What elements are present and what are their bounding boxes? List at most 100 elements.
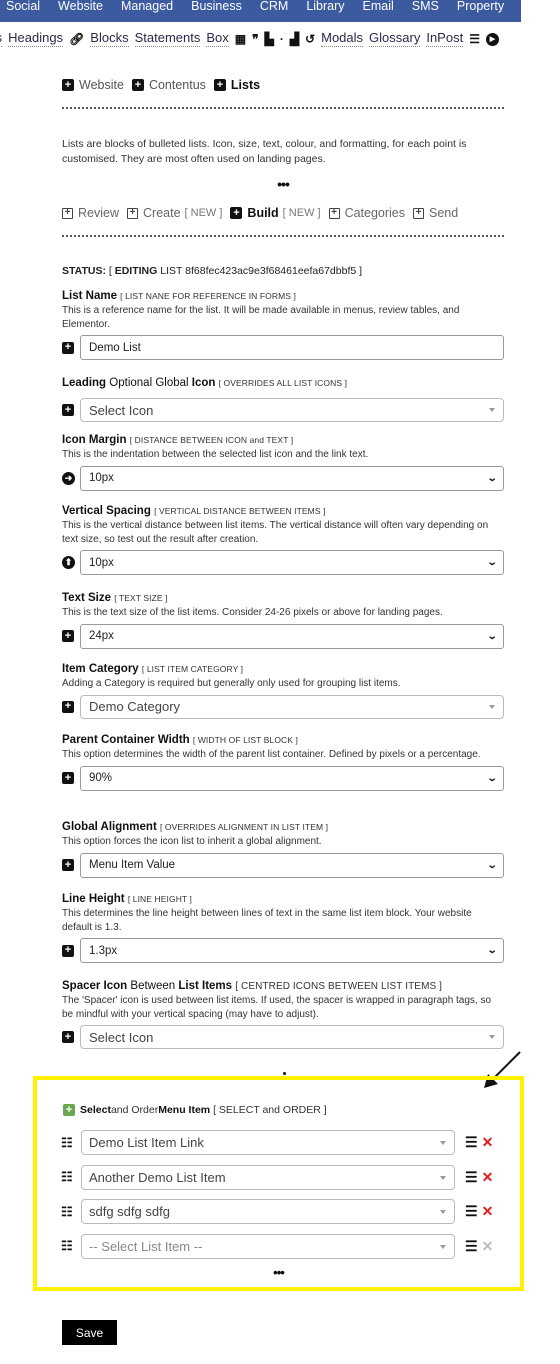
caret-down-icon	[489, 1035, 495, 1039]
field-label: Line Height [ LINE HEIGHT ]	[62, 893, 192, 905]
breadcrumb-label: Website	[79, 78, 124, 92]
text-size-select[interactable]: 24px ⌄	[80, 623, 504, 649]
global-alignment-select[interactable]: Menu Item Value ⌄	[80, 852, 504, 878]
plus-square-icon[interactable]: +	[62, 944, 80, 957]
list-item-select[interactable]: Demo List Item Link	[81, 1130, 455, 1155]
drag-handle-icon[interactable]: ☰	[465, 1203, 478, 1220]
play-circle-icon[interactable]: ▶	[485, 32, 499, 46]
field-hint: [ DISTANCE BETWEEN ICON and TEXT ]	[129, 435, 294, 445]
toolbar-link-inpost[interactable]: InPost	[426, 31, 464, 47]
breadcrumb-label: Lists	[230, 78, 261, 92]
drag-handle-icon[interactable]: ☰	[465, 1238, 478, 1255]
quote-icon[interactable]: ❞	[252, 32, 258, 46]
plus-square-icon[interactable]: +	[62, 772, 80, 784]
nav-managed[interactable]: Managed	[121, 0, 173, 12]
plus-square-icon: +	[213, 79, 226, 91]
breadcrumb-contentus[interactable]: + Contentus	[131, 78, 206, 92]
breadcrumb-lists[interactable]: + Lists	[213, 78, 261, 92]
field-hint: [ TEXT SIZE ]	[114, 593, 168, 603]
door-icon[interactable]: ▟	[290, 32, 299, 46]
plus-square-outline-icon: +	[328, 207, 340, 219]
plus-square-icon[interactable]: +	[62, 859, 80, 871]
field-description: The 'Spacer' icon is used between list i…	[62, 995, 492, 1020]
vertical-spacing-select[interactable]: 10px ⌄	[80, 550, 504, 575]
list-order-icon[interactable]: ☷	[61, 1169, 81, 1185]
chevron-down-icon: ⌄	[486, 945, 498, 956]
tab-send[interactable]: + Send	[413, 206, 458, 220]
nav-sms[interactable]: SMS	[412, 0, 439, 12]
caret-down-icon	[440, 1210, 446, 1214]
list-item-select[interactable]: sdfg sdfg sdfg	[81, 1199, 455, 1224]
chevron-down-icon: ⌄	[486, 472, 498, 484]
scroll-icon[interactable]: ▙	[265, 32, 274, 46]
nav-crm[interactable]: CRM	[260, 0, 288, 12]
select-value: Another Demo List Item	[89, 1169, 226, 1185]
plus-square-icon[interactable]: +	[62, 700, 80, 713]
icon-margin-select[interactable]: 10px ⌄	[80, 465, 504, 491]
toolbar-link-statements[interactable]: Statements	[134, 31, 201, 47]
list-item-select[interactable]: Another Demo List Item	[81, 1164, 455, 1190]
container-width-select[interactable]: 90% ⌄	[80, 765, 504, 791]
caret-down-icon	[440, 1244, 446, 1249]
list-name-input[interactable]: Demo List	[80, 335, 504, 360]
nav-social[interactable]: Social	[6, 0, 40, 12]
add-item-icon[interactable]: +	[63, 1104, 75, 1116]
undo-icon[interactable]: ↺	[305, 32, 315, 46]
remove-icon[interactable]: ✕	[482, 1203, 494, 1220]
caret-down-icon	[489, 704, 495, 709]
drag-handle-icon[interactable]: ☰	[465, 1169, 478, 1186]
plus-square-icon[interactable]: +	[62, 1031, 80, 1043]
nav-website[interactable]: Website	[58, 0, 103, 12]
item-category-select[interactable]: Demo Category	[80, 694, 504, 719]
breadcrumb-website[interactable]: + Website	[62, 78, 124, 92]
line-height-select[interactable]: 1.3px ⌄	[80, 938, 504, 963]
status-text: LIST 8f68fec423ac9e3f68461eefa67dbbf5	[160, 265, 357, 277]
new-badge: [ NEW ]	[282, 207, 321, 219]
toolbar-link-headings[interactable]: Headings	[8, 31, 64, 47]
remove-icon[interactable]: ✕	[482, 1169, 494, 1186]
list-order-icon[interactable]: ☷	[61, 1238, 81, 1254]
select-value: Menu Item Value	[89, 859, 176, 871]
list-icon[interactable]: ☰	[469, 32, 480, 46]
drag-handle-icon[interactable]: ☰	[465, 1134, 478, 1151]
plus-square-icon[interactable]: +	[62, 630, 80, 642]
field-item-category: Item Category [ LIST ITEM CATEGORY ] Add…	[62, 663, 504, 719]
spacer-icon-select[interactable]: Select Icon	[80, 1025, 504, 1049]
calculator-icon[interactable]: ▦	[235, 32, 246, 46]
tab-label: Review	[78, 206, 119, 220]
tab-categories[interactable]: + Categories	[328, 206, 405, 220]
leading-icon-select[interactable]: Select Icon	[80, 398, 504, 422]
select-value: Select Icon	[89, 402, 154, 418]
nav-email[interactable]: Email	[363, 0, 394, 12]
plus-square-icon[interactable]: +	[62, 404, 80, 416]
toolbar-link-blocks[interactable]: Blocks	[90, 31, 129, 47]
nav-library[interactable]: Library	[306, 0, 344, 12]
field-icon-margin: Icon Margin [ DISTANCE BETWEEN ICON and …	[62, 434, 504, 491]
tab-build[interactable]: + Build[ NEW ]	[230, 206, 321, 220]
list-order-icon[interactable]: ☷	[61, 1135, 81, 1151]
nav-property[interactable]: Property	[457, 0, 504, 12]
nav-business[interactable]: Business	[191, 0, 242, 12]
gear-icon[interactable]: ⚙	[520, 0, 533, 15]
tab-review[interactable]: + Review	[62, 206, 119, 220]
field-label: Global Alignment [ OVERRIDES ALIGNMENT I…	[62, 821, 329, 833]
remove-icon[interactable]: ✕	[482, 1134, 494, 1151]
link-icon[interactable]: 🔗︎	[69, 32, 84, 46]
toolbar-link-lists[interactable]: ts	[0, 31, 3, 47]
field-description: This option forces the icon list to inhe…	[62, 836, 322, 847]
toolbar-link-glossary[interactable]: Glossary	[369, 31, 421, 47]
tab-create[interactable]: + Create[ NEW ]	[127, 206, 222, 220]
save-button[interactable]: Save	[62, 1320, 117, 1345]
toolbar-link-box[interactable]: Box	[206, 31, 229, 47]
list-order-icon[interactable]: ☷	[61, 1204, 81, 1220]
field-label: Spacer Icon Between List Items [ CENTRED…	[62, 980, 443, 992]
select-value: 1.3px	[89, 944, 118, 957]
plus-square-icon[interactable]: +	[62, 341, 80, 354]
caret-down-icon	[489, 408, 495, 412]
list-item-select[interactable]: -- Select List Item --	[81, 1233, 455, 1259]
field-hint: [ OVERRIDES ALIGNMENT IN LIST ITEM ]	[159, 822, 329, 832]
field-text-size: Text Size [ TEXT SIZE ] This is the text…	[62, 592, 504, 649]
select-value: 24px	[89, 630, 114, 642]
toolbar-link-modals[interactable]: Modals	[321, 31, 364, 47]
field-list-name: List Name [ LIST NANE FOR REFERENCE IN F…	[62, 290, 504, 360]
